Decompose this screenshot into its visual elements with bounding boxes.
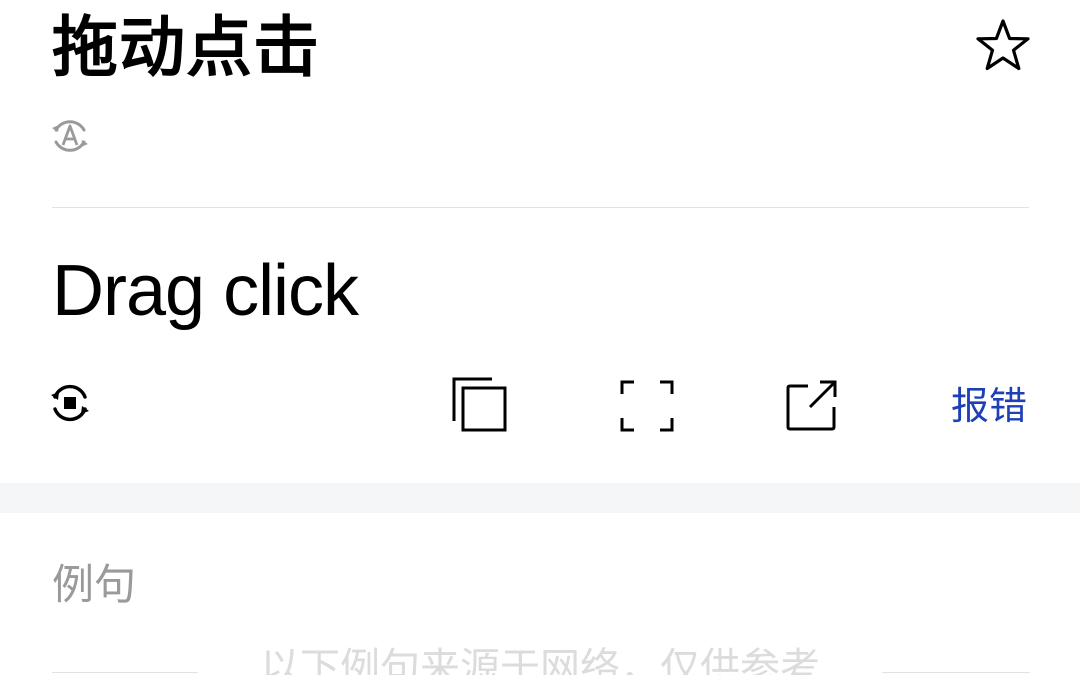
translation-text: Drag click [52,251,359,331]
favorite-star-icon[interactable] [972,16,1034,78]
note-line-right [882,672,1030,673]
section-divider [52,207,1029,208]
auto-detect-language-icon[interactable] [50,116,90,156]
translation-result-page: 拖动点击 Drag click 报错 例句 以下例句来源于网络，仅供参考 [0,0,1080,675]
examples-source-note: 以下例句来源于网络，仅供参考 [260,645,820,675]
source-text: 拖动点击 [52,9,320,86]
open-external-icon[interactable] [786,379,838,433]
copy-icon[interactable] [452,377,508,433]
report-error-link[interactable]: 报错 [951,380,1027,432]
note-line-left [52,672,198,673]
examples-section-title: 例句 [52,560,137,609]
section-separator-band [0,483,1080,513]
play-audio-icon[interactable] [50,383,90,423]
fullscreen-icon[interactable] [620,380,674,432]
